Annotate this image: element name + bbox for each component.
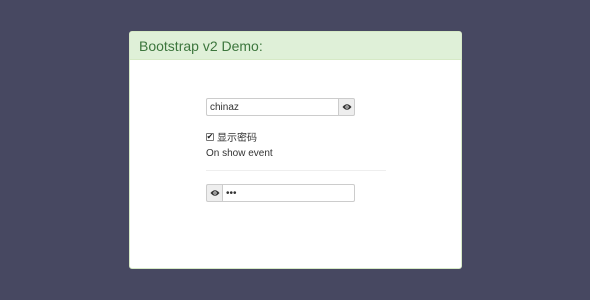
eye-icon xyxy=(342,104,351,110)
password-field-masked[interactable] xyxy=(222,184,355,202)
demo-panel: Bootstrap v2 Demo: ✔ 显示密码 On show event xyxy=(129,31,462,269)
panel-title: Bootstrap v2 Demo: xyxy=(130,32,461,60)
show-password-checkbox-row[interactable]: ✔ 显示密码 xyxy=(206,129,257,144)
password-input-group-1 xyxy=(206,98,355,116)
divider xyxy=(206,170,386,171)
show-password-label: 显示密码 xyxy=(217,133,257,144)
show-password-toggle-button[interactable] xyxy=(339,98,355,116)
show-password-checkbox[interactable]: ✔ xyxy=(206,132,214,141)
password-input-group-2 xyxy=(206,184,355,202)
password-field-visible[interactable] xyxy=(206,98,339,116)
show-event-text: On show event xyxy=(206,148,273,159)
eye-icon xyxy=(210,190,219,196)
show-password-toggle-button-2[interactable] xyxy=(206,184,222,202)
